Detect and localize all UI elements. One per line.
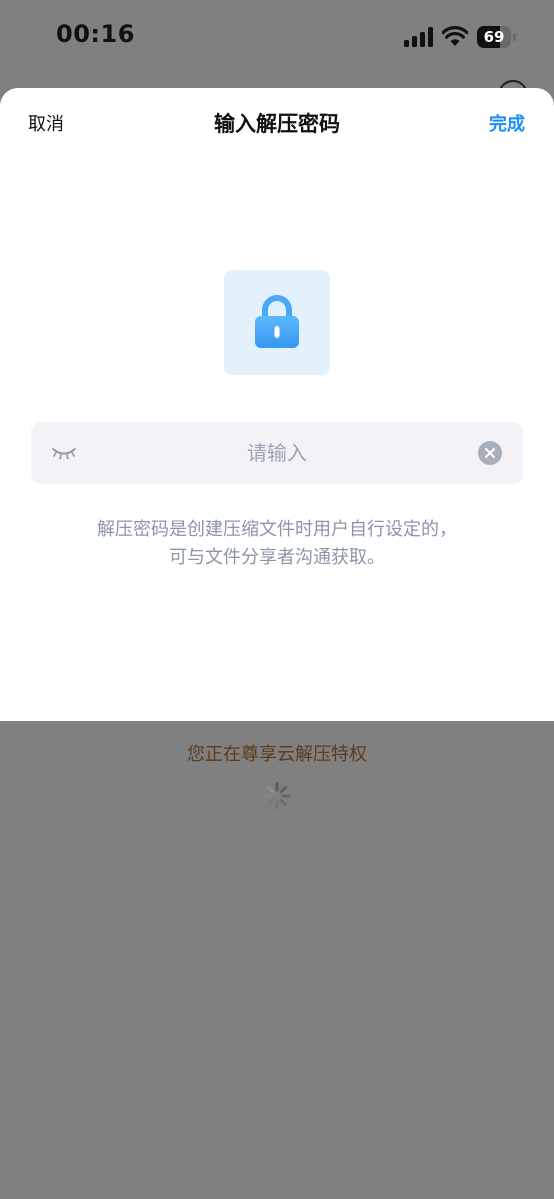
eye-closed-icon[interactable]	[51, 446, 77, 460]
wifi-icon	[442, 26, 468, 46]
password-sheet: 取消 输入解压密码 完成 解压密码是创建压缩文件时用户自行设定的，可与文件分享者…	[0, 88, 554, 721]
spinner-icon	[263, 782, 291, 810]
battery-icon: 69	[477, 26, 517, 48]
password-input[interactable]	[91, 422, 463, 484]
sheet-title: 输入解压密码	[214, 112, 340, 136]
privilege-text: 您正在尊享云解压特权	[187, 744, 367, 765]
status-bar: 00:16 69	[0, 0, 554, 74]
lock-tile	[224, 270, 330, 375]
clear-icon[interactable]	[478, 441, 502, 465]
cancel-button[interactable]: 取消	[28, 110, 64, 136]
hint-text: 解压密码是创建压缩文件时用户自行设定的，可与文件分享者沟通获取。	[97, 519, 457, 568]
battery-level: 69	[483, 28, 505, 46]
password-field	[31, 422, 523, 484]
lock-icon	[255, 295, 299, 348]
signal-icon	[404, 27, 434, 47]
status-time: 00:16	[56, 20, 135, 48]
done-button[interactable]: 完成	[489, 110, 525, 136]
